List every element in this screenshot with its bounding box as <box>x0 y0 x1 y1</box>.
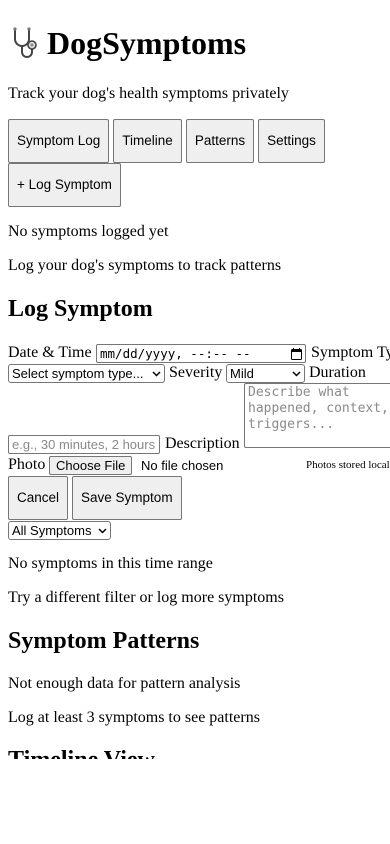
patterns-empty-hint: Log at least 3 symptoms to see patterns <box>8 709 260 726</box>
description-textarea[interactable]: Describe what happened, context, trigger… <box>244 383 390 448</box>
symptom-filter-selected: All Symptoms <box>12 523 92 538</box>
duration-label: Duration <box>309 364 366 381</box>
tab-settings[interactable]: Settings <box>258 119 325 163</box>
symptom-type-label: Symptom Type <box>311 344 390 361</box>
patterns-empty-title: Not enough data for pattern analysis <box>8 675 241 692</box>
symptom-type-selected: Select symptom type... <box>12 366 144 381</box>
photo-storage-note: Photos stored locally <box>306 459 390 471</box>
tab-patterns[interactable]: Patterns <box>185 119 255 163</box>
timeline-view-heading: Timeline View <box>8 745 155 759</box>
duration-input[interactable]: e.g., 30 minutes, 2 hours <box>8 435 160 454</box>
symptom-type-select[interactable]: Select symptom type... <box>8 364 165 383</box>
severity-selected: Mild <box>230 366 254 381</box>
save-symptom-button[interactable]: Save Symptom <box>72 476 182 520</box>
date-time-label: Date & Time <box>8 344 92 361</box>
patterns-heading: Symptom Patterns <box>8 628 200 654</box>
severity-label: Severity <box>169 364 223 381</box>
date-time-input[interactable]: mm/dd/yyyy, --:-- -- <box>96 344 306 363</box>
tab-timeline[interactable]: Timeline <box>113 119 182 163</box>
chevron-down-icon <box>292 370 301 377</box>
calendar-icon[interactable] <box>291 347 302 360</box>
symptom-filter-select[interactable]: All Symptoms <box>8 521 111 540</box>
timeline-empty-title: No symptoms in this time range <box>8 555 213 572</box>
empty-state-hint: Log your dog's symptoms to track pattern… <box>8 257 282 274</box>
log-symptom-button[interactable]: + Log Symptom <box>8 163 121 207</box>
app-title: DogSymptoms <box>47 25 247 61</box>
description-label: Description <box>165 435 240 452</box>
severity-select[interactable]: Mild <box>226 364 305 383</box>
photo-label: Photo <box>8 456 46 473</box>
form-actions: Cancel Save Symptom <box>8 476 182 520</box>
app-tagline: Track your dog's health symptoms private… <box>8 85 289 102</box>
form-heading: Log Symptom <box>8 296 153 322</box>
tab-symptom-log[interactable]: Symptom Log <box>8 119 110 163</box>
empty-state-title: No symptoms logged yet <box>8 223 169 240</box>
chevron-down-icon <box>152 370 161 377</box>
date-time-placeholder: mm/dd/yyyy, --:-- -- <box>100 346 251 361</box>
chevron-down-icon <box>98 527 107 534</box>
app-header: DogSymptoms <box>8 23 246 63</box>
file-status: No file chosen <box>141 458 224 473</box>
timeline-view-heading-clip: Timeline View <box>8 745 388 759</box>
cancel-button[interactable]: Cancel <box>8 476 69 520</box>
choose-file-button[interactable]: Choose File <box>49 456 133 475</box>
timeline-empty-hint: Try a different filter or log more sympt… <box>8 589 284 606</box>
stethoscope-icon <box>13 27 37 58</box>
